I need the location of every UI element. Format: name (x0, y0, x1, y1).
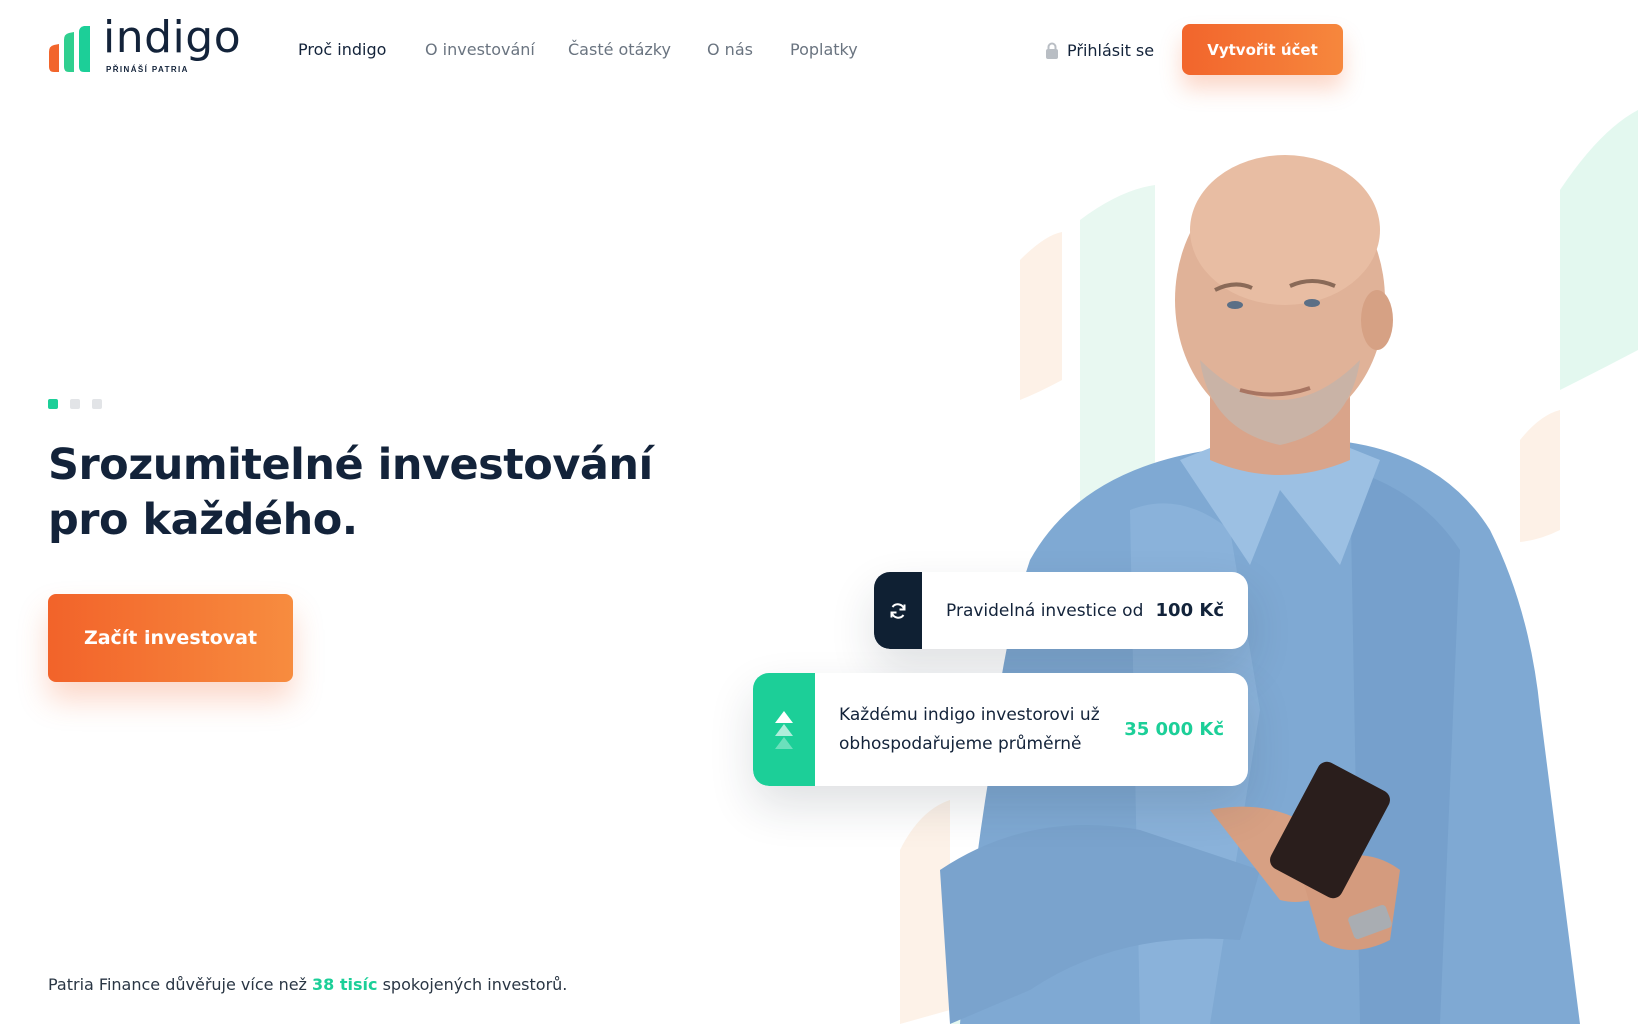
slider-dots (48, 399, 102, 409)
growth-arrows-icon (775, 710, 793, 749)
trust-highlight: 38 tisíc (312, 975, 378, 994)
slider-dot-2[interactable] (70, 399, 80, 409)
login-label: Přihlásit se (1067, 40, 1155, 60)
login-link[interactable]: Přihlásit se (1045, 40, 1154, 60)
card-text: Každému indigo investorovi už obhospodař… (839, 701, 1109, 759)
slider-dot-3[interactable] (92, 399, 102, 409)
indigo-logo[interactable]: indigo PŘINÁŠÍ PATRIA (48, 16, 241, 78)
deco-shape-peach-1 (1020, 232, 1062, 400)
slider-dot-1[interactable] (48, 399, 58, 409)
info-card-average-assets: Každému indigo investorovi už obhospodař… (753, 673, 1248, 786)
logo-tagline: PŘINÁŠÍ PATRIA (106, 65, 189, 74)
card-value: 35 000 Kč (1124, 719, 1224, 740)
refresh-icon (890, 602, 906, 619)
deco-shape-peach-2 (1520, 410, 1560, 542)
hero-title-line-2: pro každého. (48, 495, 358, 545)
logo-wordmark: indigo (103, 12, 242, 63)
trust-text-after: spokojených investorů. (377, 975, 568, 994)
card-text: Pravidelná investice od (946, 600, 1144, 621)
hero-title: Srozumitelné investování pro každého. (48, 438, 668, 548)
hero-image (900, 110, 1638, 1024)
nav-item-poplatky[interactable]: Poplatky (790, 40, 858, 59)
deco-shape-mint-2 (1560, 110, 1638, 390)
lock-icon (1046, 42, 1058, 59)
deco-shape-peach-3 (900, 800, 950, 1024)
nav-item-o-investovani[interactable]: O investování (425, 40, 535, 59)
card-text-line-1: Každému indigo investorovi už (839, 704, 1100, 725)
card-value: 100 Kč (1155, 600, 1224, 621)
nav-item-caste-otazky[interactable]: Časté otázky (568, 40, 671, 59)
card-icon-box (874, 572, 922, 649)
trust-statement: Patria Finance důvěřuje více než 38 tisí… (48, 975, 567, 994)
trust-text-before: Patria Finance důvěřuje více než (48, 975, 313, 994)
card-icon-box (753, 673, 815, 786)
info-card-regular-investment: Pravidelná investice od 100 Kč (874, 572, 1248, 649)
nav-item-proc-indigo[interactable]: Proč indigo (298, 40, 386, 59)
hero-title-line-1: Srozumitelné investování (48, 440, 653, 490)
nav-item-o-nas[interactable]: O nás (707, 40, 753, 59)
create-account-button[interactable]: Vytvořit účet (1182, 24, 1343, 75)
card-text-line-2: obhospodařujeme průměrně (839, 733, 1082, 754)
start-investing-button[interactable]: Začít investovat (48, 594, 293, 682)
logo-bars-icon (49, 26, 90, 72)
